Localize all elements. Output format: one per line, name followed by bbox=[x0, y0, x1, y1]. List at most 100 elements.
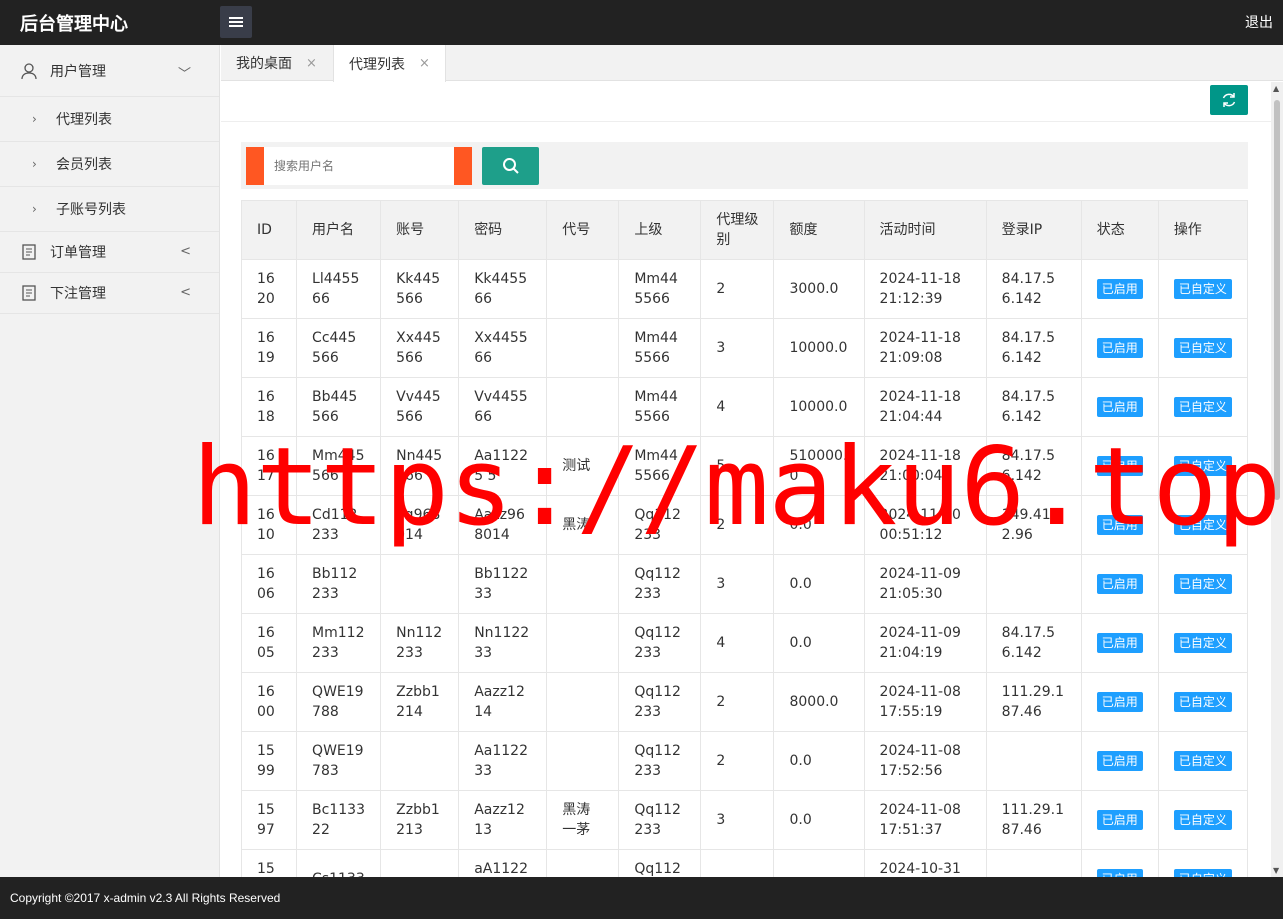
customize-button[interactable]: 已自定义 bbox=[1173, 515, 1232, 535]
sidebar: 用户管理 ﹀ › 代理列表 › 会员列表 › 子账号列表 订单管理 < 下注管理… bbox=[0, 45, 220, 877]
tab-my-desktop[interactable]: 我的桌面 × bbox=[221, 45, 332, 81]
customize-button[interactable]: 已自定义 bbox=[1173, 397, 1232, 417]
cell-password: Vv445566 bbox=[458, 377, 548, 437]
status-enabled-button[interactable]: 已启用 bbox=[1096, 574, 1143, 594]
cell-agent-level: 4 bbox=[700, 613, 775, 673]
cell-code bbox=[546, 318, 620, 378]
cell-password: Aa11225 5 bbox=[458, 436, 548, 496]
cell-actions: 已自定义 bbox=[1157, 672, 1249, 732]
cell-parent: Qq112233 bbox=[618, 672, 702, 732]
cell-active-time: 2024-11-18 21:00:04 bbox=[863, 436, 987, 496]
cell-account: Nn112233 bbox=[380, 613, 460, 673]
customize-button[interactable]: 已自定义 bbox=[1173, 574, 1232, 594]
status-enabled-button[interactable]: 已启用 bbox=[1096, 397, 1143, 417]
cell-username: Mm445566 bbox=[296, 436, 382, 496]
table-row: 1605 Mm112233 Nn112233 Nn112233 Qq112233 4 0.0… bbox=[240, 613, 1249, 673]
cell-quota: 8000.0 bbox=[773, 672, 865, 732]
cell-active-time: 2024-11-09 21:04:19 bbox=[863, 613, 987, 673]
app-title: 后台管理中心 bbox=[20, 14, 128, 35]
cell-code bbox=[546, 613, 620, 673]
cell-agent-level: 3 bbox=[700, 318, 775, 378]
sidebar-group-bet-management[interactable]: 下注管理 < bbox=[0, 273, 219, 314]
sidebar-item-label: 会员列表 bbox=[56, 157, 112, 173]
customize-button[interactable]: 已自定义 bbox=[1173, 751, 1232, 771]
cell-parent: Qq112233 bbox=[618, 613, 702, 673]
cell-parent: Qq1122 bbox=[618, 849, 702, 877]
status-enabled-button[interactable]: 已启用 bbox=[1096, 810, 1143, 830]
sidebar-item-agent-list[interactable]: › 代理列表 bbox=[0, 97, 219, 142]
cell-account: Zzbb1214 bbox=[380, 672, 460, 732]
cell-quota: 0.0 bbox=[773, 495, 865, 555]
cell-status: 已启用 bbox=[1080, 318, 1159, 378]
col-header-account: 账号 bbox=[380, 200, 460, 260]
sidebar-item-label: 代理列表 bbox=[56, 112, 112, 128]
cell-quota: 0.0 bbox=[773, 613, 865, 673]
sidebar-group-order-management[interactable]: 订单管理 < bbox=[0, 232, 219, 273]
cell-quota: 0.0 bbox=[773, 790, 865, 850]
refresh-button[interactable] bbox=[1210, 85, 1248, 115]
col-header-agent-level: 代理级别 bbox=[700, 200, 775, 260]
cell-code bbox=[546, 554, 620, 614]
cell-code: 黑涛一茅 bbox=[546, 790, 620, 850]
status-enabled-button[interactable]: 已启用 bbox=[1096, 633, 1143, 653]
sidebar-item-member-list[interactable]: › 会员列表 bbox=[0, 142, 219, 187]
status-enabled-button[interactable]: 已启用 bbox=[1096, 279, 1143, 299]
cell-actions: 已自定义 bbox=[1157, 377, 1249, 437]
chevron-right-icon: › bbox=[32, 157, 37, 171]
menu-toggle-button[interactable] bbox=[220, 6, 252, 38]
chevron-left-icon: < bbox=[180, 244, 191, 259]
customize-button[interactable]: 已自定义 bbox=[1173, 279, 1232, 299]
status-enabled-button[interactable]: 已启用 bbox=[1096, 515, 1143, 535]
bet-icon bbox=[22, 285, 36, 301]
close-icon[interactable]: × bbox=[306, 56, 317, 71]
tab-label: 代理列表 bbox=[349, 56, 405, 73]
status-enabled-button[interactable]: 已启用 bbox=[1096, 338, 1143, 358]
cell-parent: Qq112233 bbox=[618, 495, 702, 555]
table-row: 1599 QWE19783 Aa112233 Qq112233 2 0.0 2024-11-… bbox=[240, 731, 1249, 791]
cell-quota bbox=[773, 849, 865, 877]
chevron-left-icon: < bbox=[180, 285, 191, 300]
scrollbar-thumb[interactable] bbox=[1274, 100, 1280, 500]
user-icon bbox=[21, 62, 37, 79]
customize-button[interactable]: 已自定义 bbox=[1173, 692, 1232, 712]
cell-code: 黑涛 bbox=[546, 495, 620, 555]
scroll-up-arrow-icon[interactable]: ▲ bbox=[1273, 84, 1279, 93]
cell-active-time: 2024-11-18 21:12:39 bbox=[863, 259, 987, 319]
content-scrollbar[interactable]: ▲ ▼ bbox=[1271, 82, 1283, 877]
cell-agent-level: 2 bbox=[700, 672, 775, 732]
cell-quota: 10000.0 bbox=[773, 318, 865, 378]
cell-password: Kk445566 bbox=[458, 259, 548, 319]
customize-button[interactable]: 已自定义 bbox=[1173, 338, 1232, 358]
sidebar-group-user-management[interactable]: 用户管理 ﹀ bbox=[0, 45, 219, 97]
cell-parent: Qq112233 bbox=[618, 790, 702, 850]
scroll-down-arrow-icon[interactable]: ▼ bbox=[1273, 866, 1279, 875]
table-header-row: ID 用户名 账号 密码 代号 上级 代理级别 额度 活动时间 登录IP 状态 … bbox=[240, 200, 1249, 260]
col-header-id: ID bbox=[240, 200, 298, 260]
tab-agent-list[interactable]: 代理列表 × bbox=[333, 45, 446, 82]
customize-button[interactable]: 已自定义 bbox=[1173, 456, 1232, 476]
main-content: ID 用户名 账号 密码 代号 上级 代理级别 额度 活动时间 登录IP 状态 … bbox=[221, 82, 1271, 877]
table-row: 1606 Bb112233 Bb112233 Qq112233 3 0.0 2024-11-… bbox=[240, 554, 1249, 614]
customize-button[interactable]: 已自定义 bbox=[1173, 869, 1232, 877]
sidebar-item-subaccount-list[interactable]: › 子账号列表 bbox=[0, 187, 219, 232]
cell-agent-level: 2 bbox=[700, 259, 775, 319]
status-enabled-button[interactable]: 已启用 bbox=[1096, 456, 1143, 476]
table-body: 1620 Ll445566 Kk445566 Kk445566 Mm445566 2 300… bbox=[240, 259, 1249, 877]
cell-code bbox=[546, 672, 620, 732]
cell-actions: 已自定义 bbox=[1157, 259, 1249, 319]
table-row: 1617 Mm445566 Nn445566 Aa11225 5 测试 Mm445566 5… bbox=[240, 436, 1249, 496]
cell-id: 1617 bbox=[240, 436, 298, 496]
cell-actions: 已自定义 bbox=[1157, 495, 1249, 555]
status-enabled-button[interactable]: 已启用 bbox=[1096, 751, 1143, 771]
customize-button[interactable]: 已自定义 bbox=[1173, 810, 1232, 830]
close-icon[interactable]: × bbox=[419, 56, 430, 71]
logout-link[interactable]: 退出 bbox=[1245, 12, 1273, 32]
search-button[interactable] bbox=[482, 147, 539, 185]
status-enabled-button[interactable]: 已启用 bbox=[1096, 692, 1143, 712]
customize-button[interactable]: 已自定义 bbox=[1173, 633, 1232, 653]
cell-password: Aazz1213 bbox=[458, 790, 548, 850]
cell-username: QWE19788 bbox=[296, 672, 382, 732]
search-input[interactable] bbox=[264, 147, 454, 185]
status-enabled-button[interactable]: 已启用 bbox=[1096, 869, 1143, 877]
tab-bar: 我的桌面 × 代理列表 × bbox=[221, 45, 1283, 82]
